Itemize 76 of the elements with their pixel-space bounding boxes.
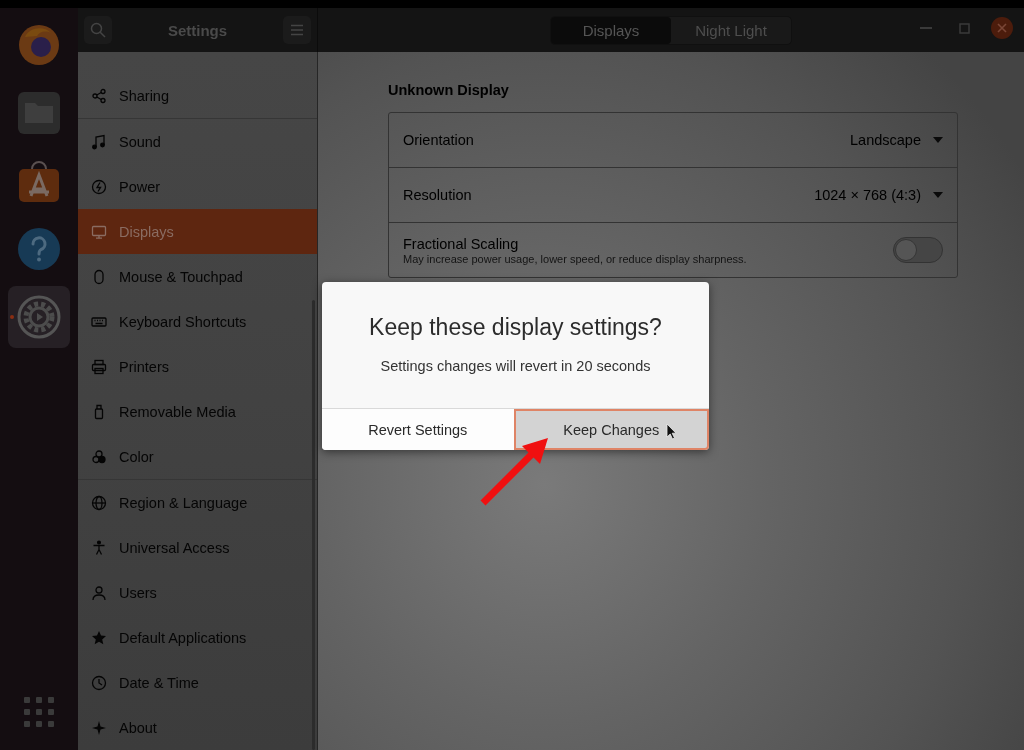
sidebar-item[interactable]: Sharing (78, 73, 317, 118)
clock-icon (91, 674, 107, 691)
menu-button[interactable] (283, 16, 311, 44)
sidebar-item[interactable]: Default Applications (78, 615, 317, 660)
sidebar-item[interactable]: Displays (78, 209, 317, 254)
sidebar-item[interactable]: Users (78, 570, 317, 615)
menu-icon (289, 22, 305, 38)
dialog-button[interactable]: Keep Changes (513, 409, 709, 450)
sidebar-item[interactable]: Date & Time (78, 660, 317, 705)
mouse-icon (91, 268, 107, 285)
sidebar-item-label: Keyboard Shortcuts (119, 313, 247, 330)
sidebar-item[interactable]: Region & Language (78, 480, 317, 525)
mouse-pointer-icon (666, 423, 677, 440)
sidebar-item-label: Date & Time (119, 674, 199, 691)
power-icon (91, 178, 107, 195)
shopping-bag-icon (17, 159, 61, 203)
sidebar-item[interactable]: Universal Access (78, 525, 317, 570)
dialog-message: Settings changes will revert in 20 seconds (379, 358, 652, 374)
printer-icon (91, 358, 107, 375)
sidebar-item-label: Region & Language (119, 494, 248, 511)
section-heading: Unknown Display (388, 82, 510, 100)
browser-icon (17, 23, 61, 67)
row-description: May increase power usage, lower speed, or reduce display sharpness. (403, 252, 748, 265)
music-note-icon (91, 133, 107, 150)
sidebar-item[interactable]: Sound (78, 119, 317, 164)
share-icon (91, 87, 107, 104)
sidebar-item-label: Universal Access (119, 539, 230, 556)
dropdown-row[interactable]: Orientation Landscape (389, 113, 957, 168)
dialog-title: Keep these display settings? (368, 314, 663, 341)
help-icon (17, 227, 61, 271)
minimize-icon (920, 27, 932, 29)
dropdown-value: 1024 × 768 (4:3) (814, 187, 921, 203)
sidebar-item[interactable]: Mouse & Touchpad (78, 254, 317, 299)
sidebar-item[interactable]: Power (78, 164, 317, 209)
search-icon (90, 22, 106, 38)
dropdown-value: Landscape (850, 132, 921, 148)
sidebar-item-label: Mouse & Touchpad (119, 268, 243, 285)
sidebar-item-label: Sound (119, 133, 161, 150)
running-indicator-icon (10, 315, 14, 319)
app-grid-icon (23, 696, 55, 728)
sidebar-item-label: Color (119, 448, 154, 465)
row-label: Resolution (403, 187, 473, 203)
sidebar-item-label: About (119, 719, 157, 736)
dock-launcher[interactable] (8, 286, 70, 348)
close-icon (991, 17, 1013, 39)
globe-icon (91, 494, 107, 511)
sidebar-item[interactable]: Color (78, 434, 317, 479)
tab[interactable]: Displays (551, 16, 671, 44)
folder-icon (17, 91, 61, 135)
person-figure-icon (91, 539, 107, 556)
row-label: Fractional Scaling (403, 235, 520, 252)
caret-icon (933, 137, 943, 143)
sidebar-item-label: Sharing (119, 87, 169, 104)
dialog-button[interactable]: Revert Settings (322, 409, 514, 450)
gear-icon (17, 295, 61, 339)
monitor-icon (91, 223, 107, 240)
maximize-icon (958, 22, 970, 34)
sidebar-item-label: Power (119, 178, 161, 195)
search-button[interactable] (84, 16, 112, 44)
star-icon (91, 629, 107, 646)
sidebar-item[interactable]: Keyboard Shortcuts (78, 299, 317, 344)
sidebar-item-label: Displays (119, 223, 174, 240)
user-icon (91, 584, 107, 601)
dropdown-row[interactable]: Resolution 1024 × 768 (4:3) (389, 168, 957, 223)
caret-icon (933, 192, 943, 198)
color-circles-icon (91, 448, 107, 465)
sidebar-item-label: Users (119, 584, 157, 601)
toggle-switch[interactable] (893, 237, 943, 263)
sidebar-item[interactable]: About (78, 705, 317, 750)
row-label: Orientation (403, 132, 475, 148)
sidebar-item-label: Printers (119, 358, 169, 375)
sidebar-item-label: Removable Media (119, 403, 236, 420)
close-button[interactable] (990, 16, 1014, 40)
sidebar-item[interactable]: Removable Media (78, 389, 317, 434)
sidebar-item-label: Default Applications (119, 629, 247, 646)
sidebar-item[interactable]: Printers (78, 344, 317, 389)
